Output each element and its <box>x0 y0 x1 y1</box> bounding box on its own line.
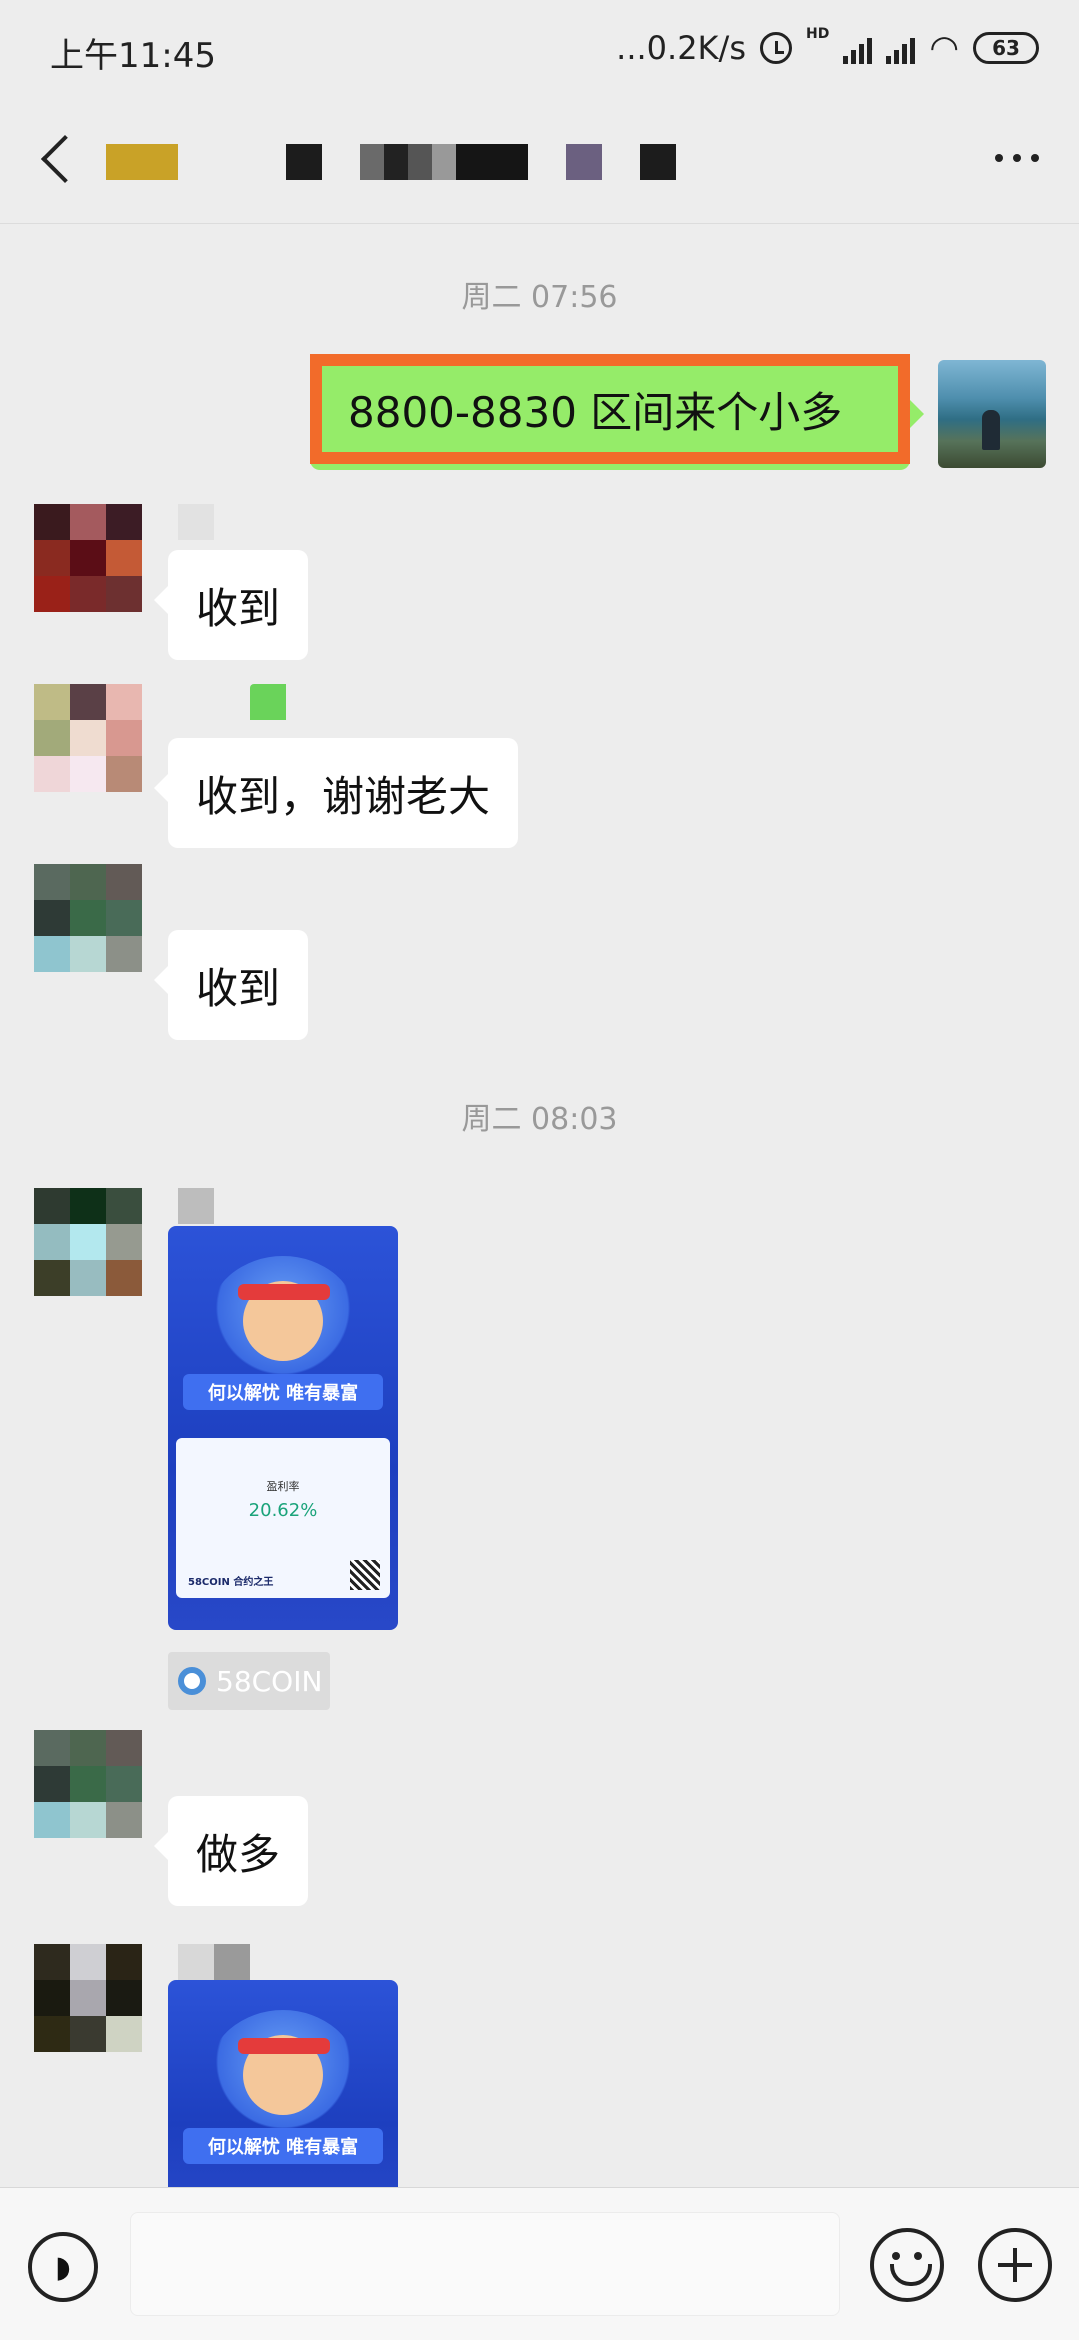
message-text: 收到 <box>196 963 281 1013</box>
more-dots-icon[interactable] <box>995 154 1039 162</box>
qr-code-icon <box>350 1560 380 1590</box>
battery-icon: 63 <box>973 32 1039 64</box>
avatar[interactable] <box>34 684 142 792</box>
avatar[interactable] <box>34 864 142 972</box>
signal-icon-1 <box>843 32 873 64</box>
status-icons: ...0.2K/s HD ◠ 63 <box>616 26 1039 70</box>
card-panel: 盈利率 20.62% 58COIN 合约之王 <box>176 1438 390 1598</box>
avatar[interactable] <box>34 1188 142 1296</box>
status-time: 上午11:45 <box>50 36 216 76</box>
card-ribbon: 何以解忧 唯有暴富 <box>183 1374 383 1410</box>
message-bubble[interactable]: 做多 <box>153 1796 309 1906</box>
wifi-icon: ◠ <box>929 28 959 68</box>
back-arrow-icon[interactable] <box>36 134 76 184</box>
card-brand: 58COIN 合约之王 <box>188 1577 274 1588</box>
avatar[interactable] <box>34 1944 142 2052</box>
message-text: 收到，谢谢老大 <box>196 771 491 821</box>
input-bar: ◗ <box>0 2187 1079 2340</box>
avatar[interactable] <box>34 1730 142 1838</box>
network-speed: ...0.2K/s <box>616 29 746 67</box>
message-text: 做多 <box>196 1829 281 1879</box>
card-label: 盈利率 <box>266 1480 300 1493</box>
promo-image-card[interactable]: 何以解忧 唯有暴富 盈利率 20.62% 58COIN 合约之王 <box>168 1226 398 1630</box>
sender-name-redacted <box>178 1944 250 1980</box>
emoji-icon[interactable] <box>870 2228 944 2302</box>
plus-icon[interactable] <box>978 2228 1052 2302</box>
timestamp: 周二 07:56 <box>461 280 618 315</box>
message-text: 收到 <box>196 583 281 633</box>
sender-name-redacted <box>178 1188 214 1224</box>
signal-icon-2 <box>886 32 916 64</box>
alarm-icon <box>759 32 792 64</box>
chat-area[interactable]: 周二 07:56 8800-8830 区间来个小多 收到 收到，谢谢老大 收到 … <box>0 224 1079 2187</box>
voice-icon[interactable]: ◗ <box>28 2232 98 2302</box>
58coin-logo-icon <box>178 1667 206 1695</box>
message-input[interactable] <box>130 2212 840 2316</box>
chat-header <box>0 96 1079 224</box>
card-ribbon: 何以解忧 唯有暴富 <box>183 2128 383 2164</box>
avatar[interactable] <box>34 504 142 612</box>
my-message-bubble[interactable]: 8800-8830 区间来个小多 <box>310 354 924 470</box>
my-avatar[interactable] <box>938 360 1046 468</box>
my-message-text: 8800-8830 区间来个小多 <box>310 354 910 464</box>
sender-name-redacted <box>178 504 214 540</box>
sender-name-redacted <box>250 684 286 720</box>
hd-label: HD <box>805 26 830 42</box>
status-bar: 上午11:45 ...0.2K/s HD ◠ 63 <box>0 0 1079 96</box>
promo-image-card[interactable]: 何以解忧 唯有暴富 <box>168 1980 398 2187</box>
card-percent: 20.62% <box>248 1500 318 1521</box>
message-bubble[interactable]: 收到 <box>153 550 309 660</box>
timestamp: 周二 08:03 <box>461 1102 618 1137</box>
message-bubble[interactable]: 收到 <box>153 930 309 1040</box>
source-tag[interactable]: 58COIN <box>168 1652 330 1710</box>
source-tag-label: 58COIN <box>216 1664 323 1698</box>
message-bubble[interactable]: 收到，谢谢老大 <box>153 738 519 848</box>
